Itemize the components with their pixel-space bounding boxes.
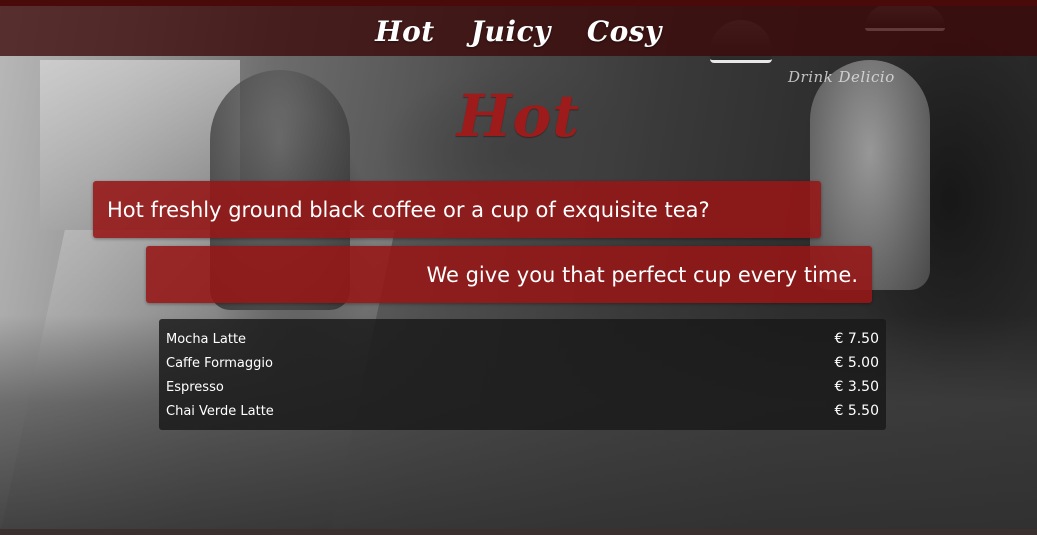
menu-list: Mocha Latte € 7.50 Caffe Formaggio € 5.0… xyxy=(159,319,886,430)
nav-item-hot[interactable]: Hot xyxy=(375,15,435,48)
menu-item-price: € 3.50 xyxy=(834,379,879,395)
tagline-text-1: Hot freshly ground black coffee or a cup… xyxy=(107,197,710,222)
menu-item: Caffe Formaggio € 5.00 xyxy=(166,351,879,375)
menu-item-price: € 5.00 xyxy=(834,355,879,371)
nav-item-juicy[interactable]: Juicy xyxy=(471,15,551,48)
bottom-bar xyxy=(0,529,1037,535)
nav-item-cosy[interactable]: Cosy xyxy=(587,15,662,48)
menu-item: Espresso € 3.50 xyxy=(166,375,879,399)
tagline-banner-2: We give you that perfect cup every time. xyxy=(146,246,872,303)
menu-item: Chai Verde Latte € 5.50 xyxy=(166,399,879,423)
menu-item: Mocha Latte € 7.50 xyxy=(166,327,879,351)
tagline-text-2: We give you that perfect cup every time. xyxy=(426,262,858,287)
menu-item-name: Espresso xyxy=(166,379,224,395)
menu-item-name: Chai Verde Latte xyxy=(166,403,274,419)
page: Drink Delicio Hot Juicy Cosy Hot Hot fre… xyxy=(0,0,1037,535)
top-nav: Hot Juicy Cosy xyxy=(0,0,1037,56)
section-title: Hot xyxy=(456,82,581,150)
menu-item-price: € 5.50 xyxy=(834,403,879,419)
tagline-banner-1: Hot freshly ground black coffee or a cup… xyxy=(93,181,821,238)
menu-item-name: Caffe Formaggio xyxy=(166,355,273,371)
menu-item-price: € 7.50 xyxy=(834,331,879,347)
menu-item-name: Mocha Latte xyxy=(166,331,247,347)
